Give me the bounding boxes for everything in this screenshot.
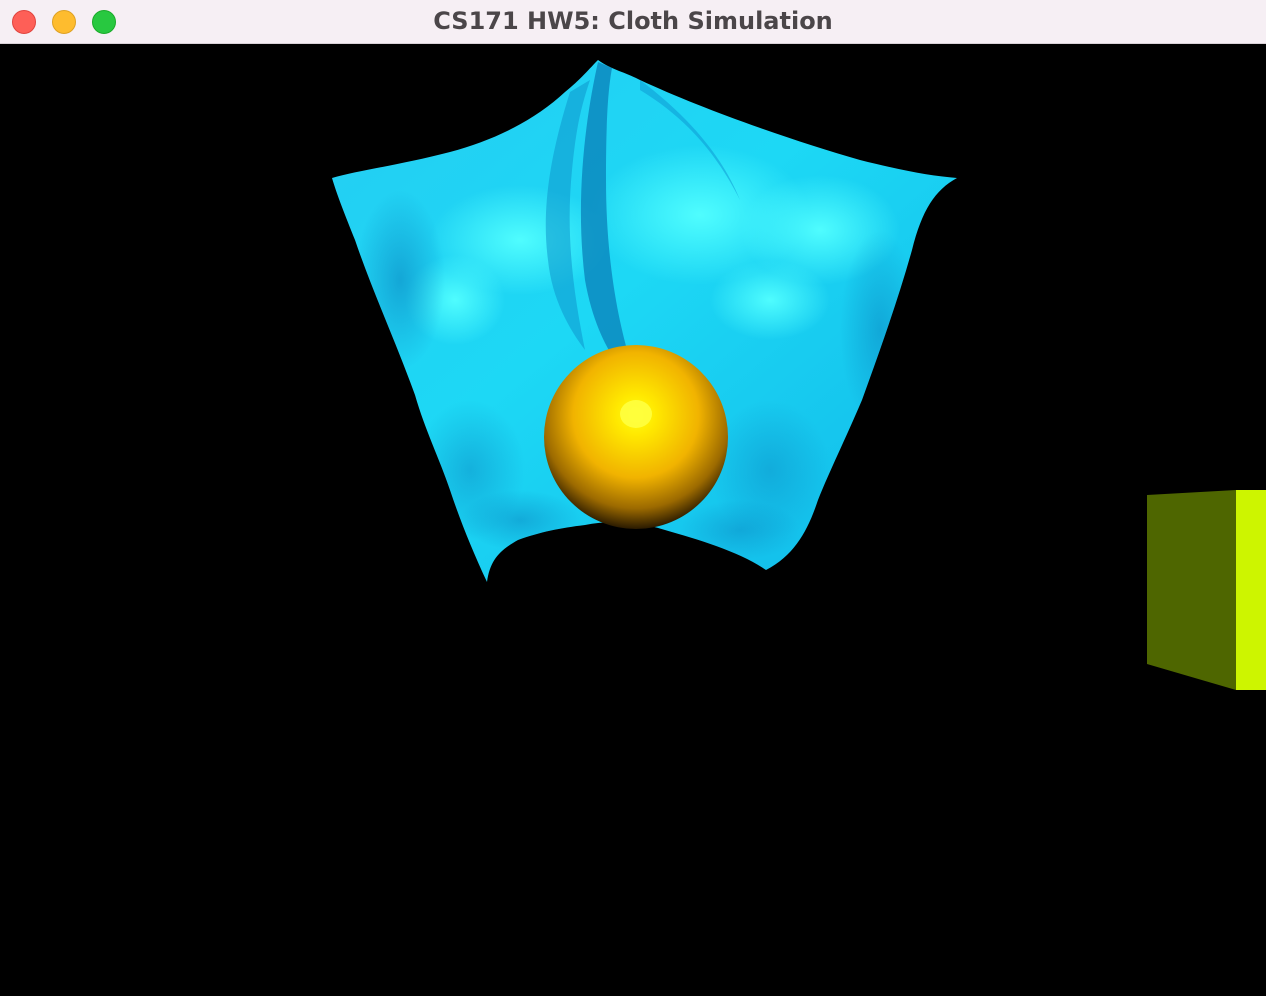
opengl-viewport[interactable]	[0, 50, 1266, 996]
cube	[1147, 490, 1266, 690]
sphere	[544, 345, 728, 529]
window-title: CS171 HW5: Cloth Simulation	[433, 7, 833, 35]
title-bar[interactable]: CS171 HW5: Cloth Simulation	[0, 0, 1266, 44]
scene-canvas[interactable]	[0, 50, 1266, 996]
app-window: CS171 HW5: Cloth Simulation	[0, 0, 1266, 996]
